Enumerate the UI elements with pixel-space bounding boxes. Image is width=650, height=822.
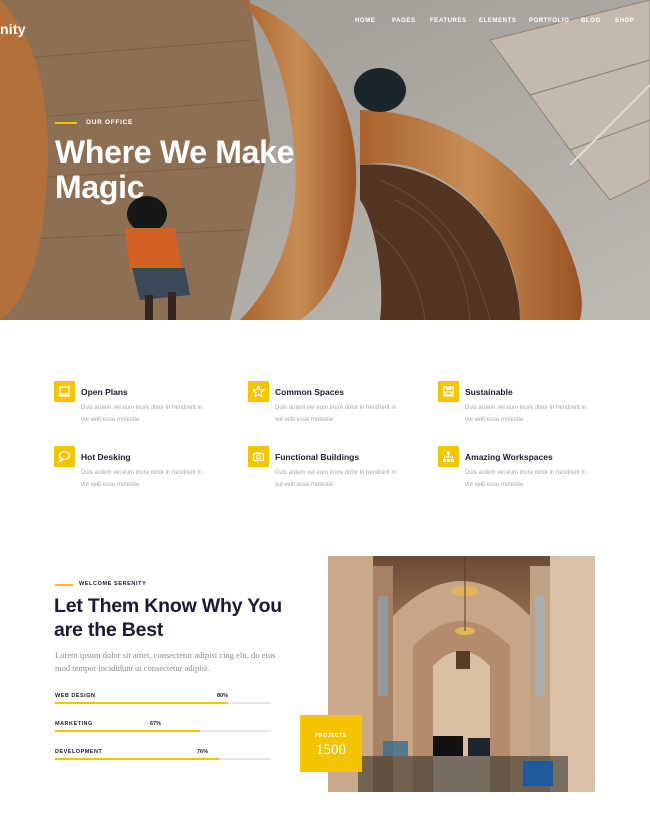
skill-percent: 80%	[217, 693, 229, 699]
skill-percent: 67%	[150, 721, 162, 727]
skill-fill	[55, 758, 220, 760]
star-icon	[248, 381, 269, 402]
skill-track	[55, 730, 271, 732]
feature-title: Open Plans	[81, 387, 128, 397]
sitemap-icon	[438, 446, 459, 467]
feature-desc: Duis autem vel eum iriure dolor in hendr…	[465, 405, 587, 423]
feature-title: Hot Desking	[81, 452, 131, 462]
nav-elements[interactable]: ELEMENTS	[479, 18, 516, 24]
hero-eyebrow-line	[55, 122, 77, 124]
feature-title: Functional Buildings	[275, 452, 360, 462]
site-logo[interactable]: nity	[0, 21, 26, 37]
skill-web-design: WEB DESIGN 80%	[55, 693, 271, 707]
hero-title: Where We Make Magic	[55, 134, 295, 205]
feature-desc: Duis autem vel eum iriure dolor in hendr…	[275, 470, 397, 488]
office-interior-photo	[328, 556, 595, 792]
nav-home[interactable]: HOME	[355, 18, 375, 24]
feature-desc: Duis autem vel eum iriure dolor in hendr…	[275, 405, 397, 423]
nav-portfolio[interactable]: PORTFOLIO	[529, 18, 569, 24]
skill-marketing: MARKETING 67%	[55, 721, 271, 735]
about-title: Let Them Know Why You are the Best	[54, 595, 282, 641]
skill-label: WEB DESIGN	[55, 693, 96, 699]
skill-percent: 76%	[197, 749, 209, 755]
feature-desc: Duis autem vel eum iriure dolor in hendr…	[81, 470, 203, 488]
skill-label: DEVELOPMENT	[55, 749, 103, 755]
nav-shop[interactable]: SHOP	[615, 18, 634, 24]
nav-features[interactable]: FEATURES	[430, 18, 467, 24]
projects-label: PROJECTS	[315, 733, 347, 739]
camera-icon	[248, 446, 269, 467]
about-eyebrow: WELCOME SERENITY	[79, 581, 147, 587]
skill-development: DEVELOPMENT 76%	[55, 749, 271, 763]
feature-title: Common Spaces	[275, 387, 344, 397]
hero-section: nity HOME PAGES FEATURES ELEMENTS PORTFO…	[0, 0, 650, 320]
feature-desc: Duis autem vel eum iriure dolor in hendr…	[81, 405, 203, 423]
laptop-icon	[54, 381, 75, 402]
skill-fill	[55, 730, 200, 732]
projects-counter-box: PROJECTS 1500	[300, 715, 362, 772]
chat-icon	[54, 446, 75, 467]
hero-eyebrow: OUR OFFICE	[86, 119, 134, 126]
nav-pages[interactable]: PAGES	[392, 18, 416, 24]
skill-fill	[55, 702, 228, 704]
feature-title: Amazing Workspaces	[465, 452, 553, 462]
about-text: Lorem ipsum dolor sit amet, consectetur …	[55, 650, 276, 673]
feature-desc: Duis autem vel eum iriure dolor in hendr…	[465, 470, 587, 488]
skill-track	[55, 758, 271, 760]
projects-value: 1500	[316, 742, 346, 758]
nav-blog[interactable]: BLOG	[581, 18, 601, 24]
about-eyebrow-line	[55, 584, 73, 586]
skill-label: MARKETING	[55, 721, 93, 727]
save-icon	[438, 381, 459, 402]
feature-title: Sustainable	[465, 387, 513, 397]
skill-track	[55, 702, 271, 704]
